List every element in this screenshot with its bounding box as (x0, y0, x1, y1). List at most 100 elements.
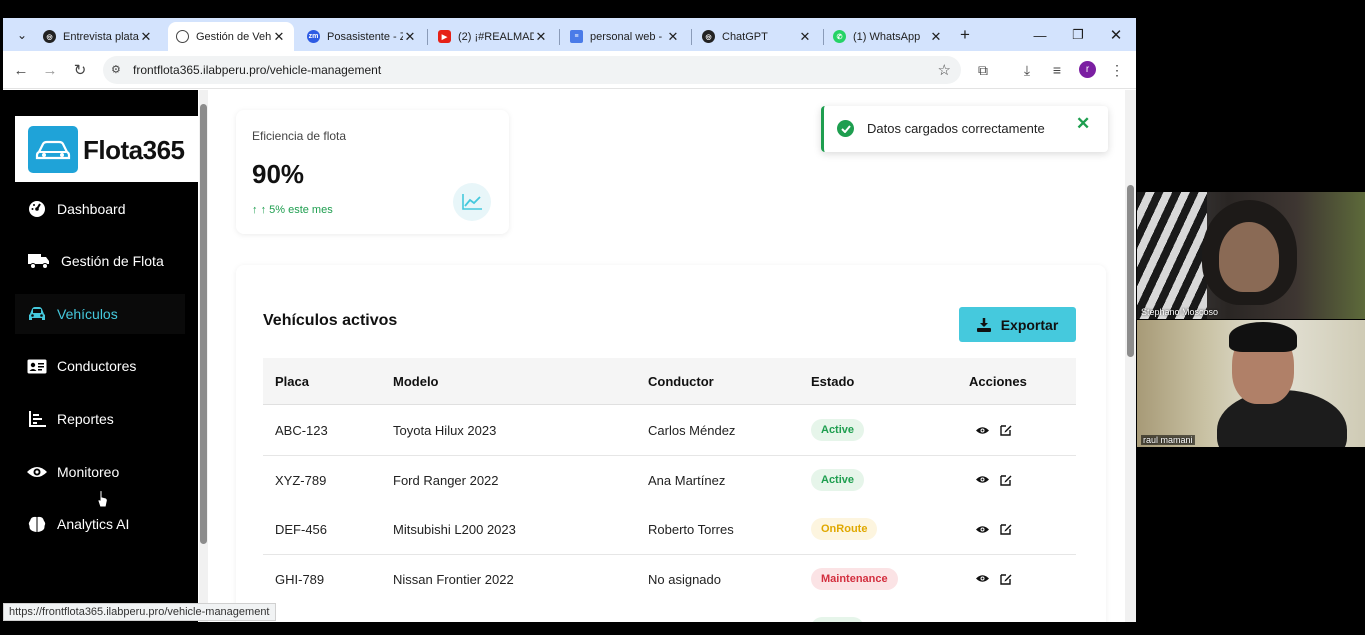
scrollbar-thumb[interactable] (200, 104, 207, 544)
nav-label: Vehículos (57, 306, 118, 322)
truck-icon (27, 253, 51, 269)
participant-name: raul mamani (1141, 435, 1195, 445)
toast-close-icon[interactable]: ✕ (1076, 114, 1090, 134)
toast-message: Datos cargados correctamente (867, 121, 1045, 136)
view-eye-icon[interactable] (975, 522, 989, 536)
edit-pencil-icon[interactable] (999, 621, 1013, 622)
column-header-estado[interactable]: Estado (811, 374, 854, 389)
nav-monitoreo[interactable]: Monitoreo (15, 452, 185, 492)
edit-pencil-icon[interactable] (999, 522, 1013, 536)
view-eye-icon[interactable] (975, 572, 989, 586)
openai-icon: ◎ (702, 30, 715, 43)
download-icon (976, 317, 991, 332)
cell-placa: ABC-123 (275, 423, 328, 438)
tab-close-icon[interactable]: ✕ (403, 29, 417, 45)
status-badge: Maintenance (811, 567, 898, 590)
profile-avatar[interactable]: r (1079, 61, 1096, 78)
cell-conductor: Carlos Méndez (648, 423, 736, 438)
column-header-acciones[interactable]: Acciones (969, 374, 1027, 389)
minimize-icon[interactable]: — (1025, 24, 1055, 46)
tab-separator (559, 29, 560, 45)
back-arrow-icon[interactable]: ← (10, 59, 32, 81)
tab-chatgpt[interactable]: ◎ ChatGPT ✕ (694, 22, 820, 51)
participant-name: Stephano Moscoso (1141, 307, 1219, 317)
table-row[interactable]: GHI-789 Nissan Frontier 2022 No asignado Ma… (263, 554, 1076, 605)
nav-conductores[interactable]: Conductores (15, 346, 185, 386)
brand-name: Flota365 (83, 135, 185, 165)
zoom-icon: zm (307, 30, 320, 43)
address-bar[interactable]: ⚙ frontflota365.ilabperu.pro/vehicle-man… (103, 56, 961, 84)
video-tile-raul[interactable]: raul mamani (1137, 320, 1365, 447)
tab-close-icon[interactable]: ✕ (798, 29, 812, 45)
site-settings-icon[interactable]: ⚙ (111, 63, 125, 77)
column-header-placa[interactable]: Placa (275, 374, 309, 389)
table-header: Placa Modelo Conductor Estado Acciones (263, 358, 1076, 405)
id-card-icon (27, 359, 47, 374)
table-row[interactable]: ABC-123 Toyota Hilux 2023 Carlos Méndez Act… (263, 406, 1076, 456)
trend-chart-icon (453, 183, 491, 221)
nav-reportes[interactable]: Reportes (15, 399, 185, 439)
view-eye-icon[interactable] (975, 473, 989, 487)
tab-separator (691, 29, 692, 45)
tab-youtube[interactable]: ▶ (2) ¡#REALMADR ✕ (430, 22, 556, 51)
nav-gestion-flota[interactable]: Gestión de Flota (15, 241, 185, 281)
edit-pencil-icon[interactable] (999, 572, 1013, 586)
sidebar-scrollbar[interactable] (199, 90, 208, 622)
participant-face (1219, 222, 1279, 292)
card-title: Vehículos activos (263, 312, 398, 329)
download-icon[interactable]: ⤓ (1016, 59, 1038, 81)
table-row[interactable]: DEF-456 Mitsubishi L200 2023 Roberto Torre… (263, 505, 1076, 555)
export-button[interactable]: Exportar (959, 307, 1076, 342)
nav-label: Monitoreo (57, 464, 120, 480)
sidebar: Flota365 Dashboard Gestión de Flota Vehí… (3, 90, 198, 622)
browser-menu-icon[interactable]: ⋮ (1106, 59, 1128, 81)
tab-personal-web[interactable]: ≡ personal web - D ✕ (562, 22, 688, 51)
table-row[interactable]: JKL-012 Toyota Hilux 2021 Pedro Ramírez Act… (263, 604, 1076, 622)
tab-whatsapp[interactable]: ✆ (1) WhatsApp ✕ (825, 22, 951, 51)
status-badge: Active (811, 468, 865, 491)
column-header-modelo[interactable]: Modelo (393, 374, 439, 389)
bar-chart-icon (27, 411, 47, 427)
url-text[interactable]: frontflota365.ilabperu.pro/vehicle-manag… (133, 63, 381, 77)
nav-label: Conductores (57, 358, 137, 374)
kpi-title: Eficiencia de flota (252, 129, 347, 143)
tab-close-icon[interactable]: ✕ (534, 29, 548, 45)
tab-gestion-vehiculos[interactable]: Gestión de Vehí ✕ (168, 22, 294, 51)
view-eye-icon[interactable] (975, 621, 989, 622)
video-tile-stephano[interactable]: Stephano Moscoso (1137, 192, 1365, 319)
view-eye-icon[interactable] (975, 423, 989, 437)
scrollbar-thumb[interactable] (1127, 185, 1134, 357)
table-row[interactable]: XYZ-789 Ford Ranger 2022 Ana Martínez Activ… (263, 455, 1076, 506)
brain-icon (27, 516, 47, 533)
restore-icon[interactable]: ❐ (1063, 24, 1093, 46)
openai-icon: ◎ (43, 30, 56, 43)
tab-close-icon[interactable]: ✕ (929, 29, 943, 45)
new-tab-plus-icon[interactable]: + (954, 24, 976, 46)
forward-arrow-icon[interactable]: → (39, 59, 61, 81)
cell-conductor: Pedro Ramírez (648, 621, 735, 622)
nav-dashboard[interactable]: Dashboard (15, 189, 185, 229)
bookmark-star-icon[interactable]: ☆ (938, 61, 951, 79)
cell-modelo: Mitsubishi L200 2023 (393, 522, 516, 537)
edit-pencil-icon[interactable] (999, 423, 1013, 437)
tab-posasistente[interactable]: zm Posasistente - Zo ✕ (299, 22, 425, 51)
column-header-conductor[interactable]: Conductor (648, 374, 714, 389)
tab-close-icon[interactable]: ✕ (272, 29, 286, 45)
reading-list-icon[interactable]: ≡ (1046, 59, 1068, 81)
extensions-puzzle-icon[interactable]: ⧉ (972, 59, 994, 81)
tab-close-icon[interactable]: ✕ (666, 29, 680, 45)
participant-hair (1229, 322, 1297, 352)
gauge-icon (27, 200, 47, 218)
logo[interactable]: Flota365 (15, 116, 198, 182)
tab-search-chevron-icon[interactable]: ⌄ (11, 24, 33, 46)
tab-entrevista[interactable]: ◎ Entrevista platafo ✕ (35, 22, 161, 51)
toast-success: Datos cargados correctamente ✕ (821, 106, 1108, 152)
tab-close-icon[interactable]: ✕ (139, 29, 153, 45)
edit-pencil-icon[interactable] (999, 473, 1013, 487)
main-scrollbar[interactable] (1125, 90, 1136, 622)
status-badge: Active (811, 419, 865, 441)
cell-conductor: No asignado (648, 571, 721, 587)
window-close-icon[interactable]: ✕ (1101, 24, 1131, 46)
nav-vehiculos[interactable]: Vehículos (15, 294, 185, 334)
reload-icon[interactable]: ↻ (69, 59, 91, 81)
